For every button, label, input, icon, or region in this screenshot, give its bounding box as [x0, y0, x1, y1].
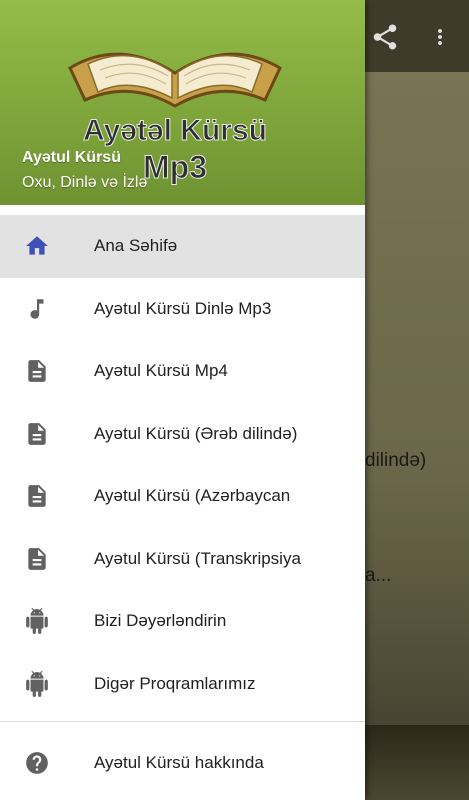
- menu-item-label: Ayətul Kürsü (Transkripsiya: [94, 548, 301, 568]
- document-icon: [24, 483, 50, 509]
- drawer-menu: Ana Səhifə Ayətul Kürsü Dinlə Mp3 Ayətul…: [0, 215, 365, 795]
- navigation-drawer: Ayətəl Kürsü Mp3 Ayətul Kürsü Oxu, Dinlə…: [0, 0, 365, 800]
- logo-text-line1: Ayətəl Kürsü: [83, 114, 267, 147]
- logo-text-line2: Mp3: [143, 149, 207, 185]
- menu-item-home[interactable]: Ana Səhifə: [0, 215, 365, 278]
- document-icon: [24, 421, 50, 447]
- menu-item-label: Ana Səhifə: [94, 236, 178, 256]
- menu-item-listen-mp3[interactable]: Ayətul Kürsü Dinlə Mp3: [0, 278, 365, 341]
- share-icon[interactable]: [370, 22, 400, 52]
- menu-item-arabic[interactable]: Ayətul Kürsü (Ərəb dilində): [0, 403, 365, 466]
- android-icon: [24, 670, 50, 697]
- drawer-title: Ayətul Kürsü: [22, 149, 121, 166]
- menu-divider: [0, 721, 365, 722]
- menu-item-label: Bizi Dəyərləndirin: [94, 611, 227, 631]
- menu-item-mp4[interactable]: Ayətul Kürsü Mp4: [0, 340, 365, 403]
- home-icon: [24, 233, 50, 259]
- menu-item-label: Ayətul Kürsü hakkında: [94, 753, 264, 773]
- more-vert-icon[interactable]: [428, 22, 452, 52]
- menu-item-rate-us[interactable]: Bizi Dəyərləndirin: [0, 590, 365, 653]
- quran-book-logo: Ayətəl Kürsü Mp3: [68, 52, 282, 186]
- document-icon: [24, 546, 50, 572]
- drawer-header: Ayətəl Kürsü Mp3 Ayətul Kürsü Oxu, Dinlə…: [0, 0, 365, 205]
- help-icon: [24, 750, 50, 776]
- menu-item-label: Ayətul Kürsü Mp4: [94, 361, 228, 381]
- menu-item-other-apps[interactable]: Digər Proqramlarımız: [0, 653, 365, 716]
- android-icon: [24, 608, 50, 635]
- background-partial-text: dilində): [365, 450, 427, 471]
- menu-item-transcription[interactable]: Ayətul Kürsü (Transkripsiya: [0, 528, 365, 591]
- music-note-icon: [24, 296, 50, 322]
- background-partial-text: a...: [365, 565, 392, 586]
- menu-item-label: Ayətul Kürsü Dinlə Mp3: [94, 298, 272, 318]
- menu-item-label: Ayətul Kürsü (Azərbaycan: [94, 486, 291, 506]
- drawer-subtitle: Oxu, Dinlə və İzlə: [22, 174, 148, 191]
- document-icon: [24, 358, 50, 384]
- menu-item-azerbaijani[interactable]: Ayətul Kürsü (Azərbaycan: [0, 465, 365, 528]
- menu-item-label: Digər Proqramlarımız: [94, 673, 256, 693]
- menu-item-label: Ayətul Kürsü (Ərəb dilində): [94, 423, 298, 443]
- menu-item-about[interactable]: Ayətul Kürsü hakkında: [0, 732, 365, 795]
